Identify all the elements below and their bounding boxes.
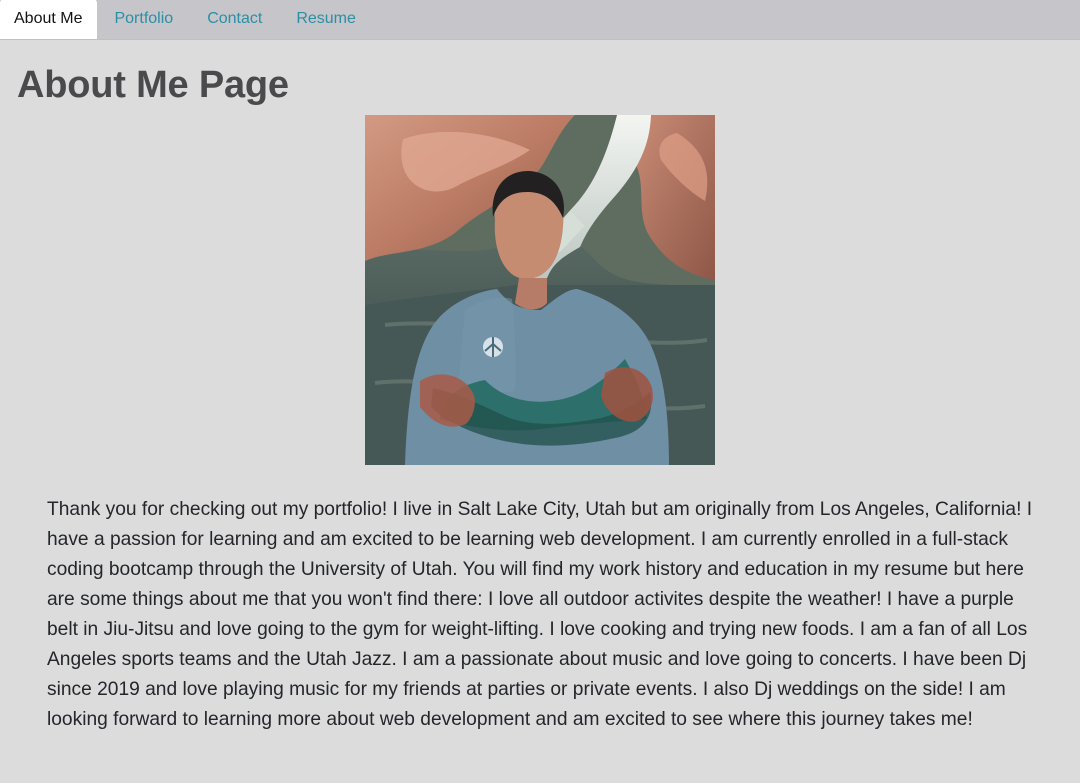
tab-about-me[interactable]: About Me	[0, 0, 98, 39]
tab-portfolio[interactable]: Portfolio	[97, 0, 190, 39]
tab-resume[interactable]: Resume	[279, 0, 373, 39]
page-title: About Me Page	[17, 64, 289, 106]
about-me-bio: Thank you for checking out my portfolio!…	[47, 499, 1033, 730]
top-navigation-tabs: About Me Portfolio Contact Resume	[0, 0, 1080, 40]
profile-photo	[365, 115, 715, 465]
waterfall-portrait-illustration	[365, 115, 715, 465]
tab-contact[interactable]: Contact	[190, 0, 279, 39]
